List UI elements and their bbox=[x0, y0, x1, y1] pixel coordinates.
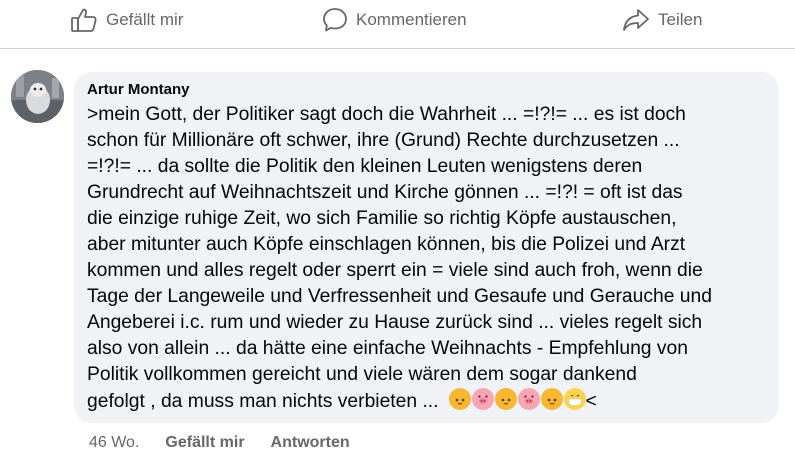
share-arrow-icon bbox=[622, 8, 650, 32]
pig-face-icon bbox=[471, 388, 494, 410]
share-action-label: Teilen bbox=[658, 10, 703, 29]
emoji-group bbox=[448, 388, 586, 410]
comment-line: die einzige ruhige Zeit, wo sich Familie… bbox=[87, 208, 677, 229]
cat-face-icon bbox=[494, 388, 517, 410]
comment-timestamp[interactable]: 46 Wo. bbox=[89, 434, 139, 452]
like-action-label: Gefällt mir bbox=[106, 10, 184, 29]
comment-meta-bar: 46 Wo. Gefällt mir Antworten bbox=[89, 432, 350, 454]
comment-line: schon für Millionäre oft schwer, ihre (G… bbox=[87, 130, 680, 151]
comment-line: aber mitunter auch Köpfe einschlagen kön… bbox=[87, 234, 686, 255]
comment-last-line: gefolgt , da muss man nichts verbieten .… bbox=[87, 388, 765, 415]
comment-line: =!?!= ... da sollte die Politik den klei… bbox=[87, 156, 643, 177]
comment-author-name[interactable]: Artur Montany bbox=[87, 80, 190, 100]
comment-line: gefolgt , da muss man nichts verbieten .… bbox=[87, 391, 439, 412]
comment-like-link[interactable]: Gefällt mir bbox=[165, 434, 244, 452]
section-divider bbox=[0, 48, 795, 49]
thumbs-up-icon bbox=[70, 7, 98, 33]
comment-line: Grundrecht auf Weihnachtszeit und Kirche… bbox=[87, 182, 683, 203]
cat-face-icon bbox=[540, 388, 563, 410]
share-action-button[interactable]: Teilen bbox=[622, 6, 702, 34]
comment-line: also von allein ... da hätte eine einfac… bbox=[87, 338, 688, 359]
post-action-bar: Gefällt mir Kommentieren Teilen bbox=[0, 0, 795, 42]
like-action-button[interactable]: Gefällt mir bbox=[70, 6, 183, 34]
comment-line: Politik vollkommen gereicht und viele wä… bbox=[87, 364, 637, 385]
comment-line: Tage der Langeweile und Verfressenheit u… bbox=[87, 286, 712, 307]
pig-face-icon bbox=[517, 388, 540, 410]
comment-text: >mein Gott, der Politiker sagt doch die … bbox=[87, 102, 765, 415]
comment-bubble: Artur Montany >mein Gott, der Politiker … bbox=[74, 72, 779, 423]
face-with-medical-mask-icon bbox=[563, 388, 586, 410]
speech-bubble-icon bbox=[322, 7, 348, 33]
comment-reply-link[interactable]: Antworten bbox=[271, 434, 350, 452]
avatar[interactable] bbox=[11, 70, 64, 123]
comment-trailing-text: < bbox=[585, 391, 597, 412]
comment-action-button[interactable]: Kommentieren bbox=[322, 6, 467, 34]
comment-line: kommen und alles regelt oder sperrt ein … bbox=[87, 260, 703, 281]
comment-line: Angeberei i.c. rum und wieder zu Hause z… bbox=[87, 312, 703, 333]
cat-face-icon bbox=[448, 388, 471, 410]
comment-line: >mein Gott, der Politiker sagt doch die … bbox=[87, 104, 686, 125]
comment-action-label: Kommentieren bbox=[356, 10, 467, 29]
